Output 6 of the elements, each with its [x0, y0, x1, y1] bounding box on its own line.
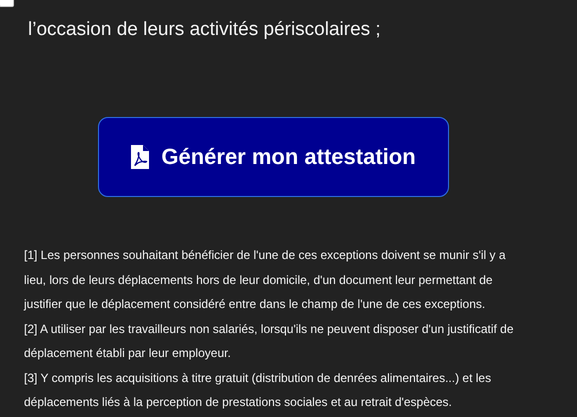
generate-button[interactable]: Générer mon attestation: [98, 117, 449, 197]
option-label: l’occasion de leurs activités périscolaires ;: [28, 18, 381, 42]
footnote: [1] Les personnes souhaitant bénéficier de l'une de ces exceptions doivent se munir s'il y a lieu, lors de leurs déplacements hors de leur domicile, d'un document leur permettant de justifier que le déplacement considéré entre dans le champ de l'une de ces exceptions.: [24, 247, 507, 313]
footnote: [2] A utiliser par les travailleurs non salariés, lorsqu'ils ne peuvent disposer d'un justificatif de déplacement établi par leur employeur.: [24, 320, 515, 362]
footnote: [3] Y compris les acquisitions à titre gratuit (distribution de denrées alimentaires...) et les déplacements liés à la perception de prestations sociales et au retrait d'espèces.: [24, 370, 492, 411]
pdf-file-icon: [131, 145, 150, 169]
